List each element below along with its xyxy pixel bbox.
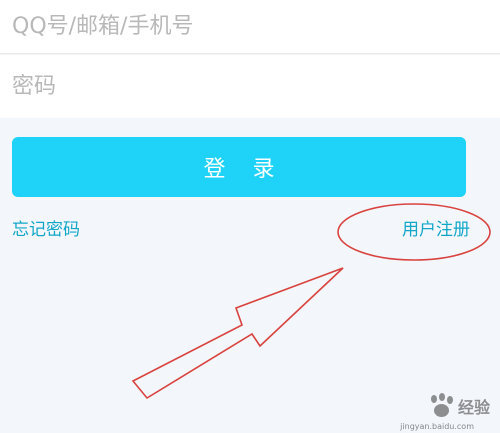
password-field[interactable]	[0, 55, 500, 118]
watermark-text: 经验	[457, 398, 490, 417]
baidu-watermark: 经验	[428, 393, 490, 419]
account-field[interactable]	[0, 0, 500, 54]
login-button[interactable]: 登 录	[12, 137, 466, 197]
register-link[interactable]: 用户注册	[402, 219, 470, 241]
paw-icon	[428, 393, 454, 419]
password-input[interactable]	[12, 55, 500, 118]
pointer-arrow	[131, 267, 344, 400]
account-input[interactable]	[12, 0, 500, 53]
watermark-url: jingyan.baidu.com	[400, 422, 474, 431]
forgot-password-link[interactable]: 忘记密码	[12, 219, 80, 241]
